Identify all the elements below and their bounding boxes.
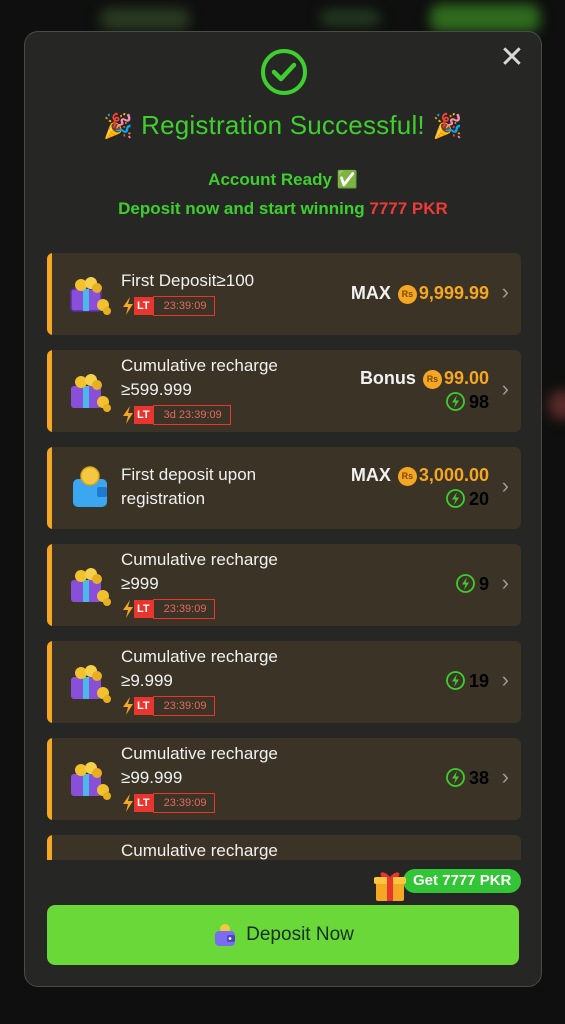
chevron-right-icon: › — [501, 376, 509, 401]
reward-card[interactable]: First Deposit≥100 LT 23:39:09 MAX Rs 9,99… — [47, 253, 521, 335]
reward-name: Cumulative recharge — [121, 647, 278, 666]
background-blur — [320, 10, 380, 26]
wallet-coin-icon — [73, 466, 107, 507]
lightning-circle-icon — [446, 768, 465, 787]
bonus-points: 9 — [456, 574, 489, 595]
party-popper-icon: 🎉 — [432, 113, 463, 140]
chevron-right-icon: › — [501, 279, 509, 304]
reward-name: Cumulative recharge — [121, 841, 278, 860]
registration-success-modal: ✕ 🎉 Registration Successful! 🎉 Account Rea… — [24, 31, 542, 987]
gift-box-icon — [71, 568, 111, 606]
reward-name: First deposit upon — [121, 465, 257, 484]
reward-name-line2: ≥99.999 — [121, 768, 183, 787]
limited-time-tag: LT 23:39:09 — [121, 792, 216, 814]
chevron-right-icon: › — [501, 570, 509, 595]
lightning-icon — [123, 600, 133, 618]
limited-time-tag: LT 3d 23:39:09 — [121, 404, 231, 426]
reward-card[interactable]: Cumulative recharge ≥999 LT 23:39:09 9 › — [47, 544, 521, 626]
modal-title-row: 🎉 Registration Successful! 🎉 — [25, 110, 541, 141]
chevron-right-icon: › — [501, 473, 509, 498]
lightning-circle-icon — [446, 671, 465, 690]
rupee-coin-icon: Rs — [397, 467, 417, 486]
chevron-right-icon: › — [501, 764, 509, 789]
deposit-now-button[interactable]: Deposit Now — [47, 905, 519, 965]
reward-name-line2: ≥9.999 — [121, 671, 173, 690]
gift-icon — [374, 872, 406, 901]
account-ready-text: Account Ready ✅ — [208, 170, 358, 189]
reward-name: Cumulative recharge — [121, 356, 278, 375]
reward-value: MAX Rs 3,000.00 — [350, 465, 489, 486]
bonus-points: 98 — [446, 392, 489, 413]
bonus-points: 38 — [446, 768, 489, 789]
reward-card[interactable]: First deposit upon registration MAX Rs 3,… — [47, 447, 521, 529]
limited-time-tag: LT 23:39:09 — [121, 695, 216, 717]
deposit-promo-text: Deposit now and start winning 7777 PKR — [118, 199, 448, 218]
countdown-timer: 23:39:09 — [152, 696, 216, 716]
reward-card[interactable]: Cumulative recharge ≥99.999 LT 23:39:09 … — [47, 738, 521, 820]
background-blur — [430, 4, 540, 32]
reward-name: Cumulative recharge — [121, 744, 278, 763]
countdown-timer: 3d 23:39:09 — [152, 405, 231, 425]
reward-name: First Deposit≥100 — [121, 271, 255, 290]
reward-value: Bonus Rs 99.00 — [359, 368, 489, 389]
reward-card[interactable]: Cumulative recharge ≥9.999 LT 23:39:09 1… — [47, 641, 521, 723]
lightning-icon — [123, 406, 133, 424]
lightning-icon — [123, 794, 133, 812]
countdown-timer: 23:39:09 — [152, 296, 216, 316]
wallet-icon — [215, 924, 236, 946]
bonus-badge-label: Get 7777 PKR — [403, 869, 522, 893]
reward-name-line2: ≥599.999 — [121, 380, 192, 399]
background-blur — [100, 8, 190, 30]
reward-card[interactable]: Cumulative recharge — [47, 835, 521, 860]
modal-title: Registration Successful! — [141, 110, 425, 140]
lightning-icon — [123, 697, 133, 715]
rewards-list[interactable]: First Deposit≥100 LT 23:39:09 MAX Rs 9,99… — [47, 253, 521, 860]
success-check-icon — [261, 49, 307, 95]
limited-time-tag: LT 23:39:09 — [121, 598, 216, 620]
gift-box-icon — [70, 277, 111, 315]
gift-box-icon — [71, 762, 111, 800]
lightning-circle-icon — [446, 392, 465, 411]
close-icon[interactable]: ✕ — [497, 43, 527, 74]
countdown-timer: 23:39:09 — [152, 599, 216, 619]
bonus-points: 20 — [446, 489, 489, 510]
rupee-coin-icon: Rs — [397, 285, 417, 304]
party-popper-icon: 🎉 — [103, 113, 134, 140]
reward-name-line2: ≥999 — [121, 574, 159, 593]
chevron-right-icon: › — [501, 667, 509, 692]
deposit-now-label: Deposit Now — [246, 924, 354, 945]
rupee-coin-icon: Rs — [422, 370, 442, 389]
reward-value: MAX Rs 9,999.99 — [350, 283, 489, 304]
gift-box-icon — [71, 374, 111, 412]
lightning-icon — [123, 297, 133, 315]
countdown-timer: 23:39:09 — [152, 793, 216, 813]
reward-name-line2: registration — [121, 489, 206, 508]
background-blur — [548, 390, 565, 420]
limited-time-tag: LT 23:39:09 — [121, 295, 216, 317]
lightning-circle-icon — [456, 574, 475, 593]
promo-amount: 7777 PKR — [369, 199, 448, 218]
reward-card[interactable]: Cumulative recharge ≥599.999 LT 3d 23:39… — [47, 350, 521, 432]
get-bonus-badge: Get 7777 PKR — [373, 867, 525, 903]
gift-box-icon — [71, 665, 111, 703]
reward-name: Cumulative recharge — [121, 550, 278, 569]
bonus-points: 19 — [446, 671, 489, 692]
lightning-circle-icon — [446, 489, 465, 508]
